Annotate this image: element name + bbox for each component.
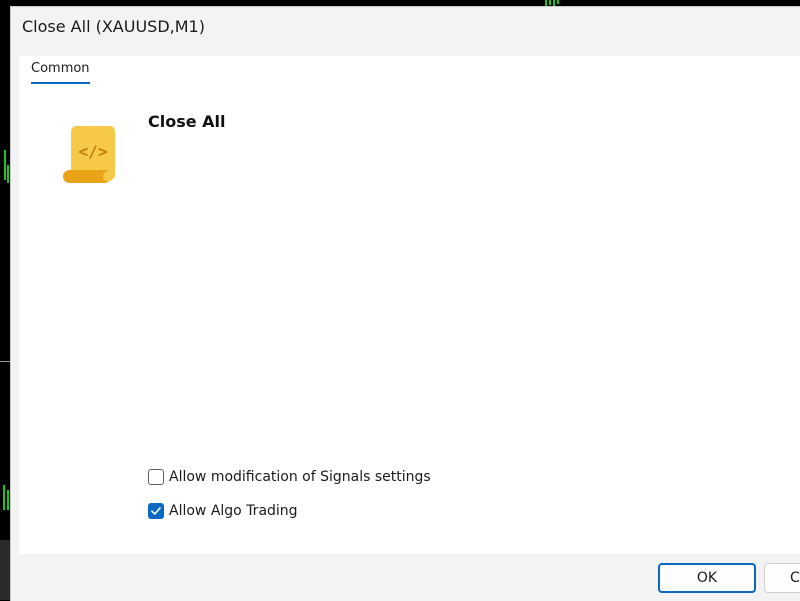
chart-candle bbox=[4, 150, 6, 180]
allow-algo-trading-label: Allow Algo Trading bbox=[169, 503, 298, 519]
option-allow-signals-modification[interactable]: Allow modification of Signals settings bbox=[148, 467, 431, 487]
option-allow-algo-trading[interactable]: Allow Algo Trading bbox=[148, 501, 298, 521]
program-name: Close All bbox=[148, 112, 226, 131]
ok-button[interactable]: OK bbox=[658, 563, 756, 593]
program-properties-dialog: Close All (XAUUSD,M1) Common </> Close A… bbox=[10, 6, 800, 601]
chart-candle bbox=[3, 485, 5, 510]
script-scroll-icon: </> bbox=[63, 126, 115, 183]
checkmark-icon bbox=[151, 507, 161, 515]
tab-common[interactable]: Common bbox=[31, 61, 90, 84]
allow-algo-trading-checkbox[interactable] bbox=[148, 503, 164, 519]
svg-text:</>: </> bbox=[79, 142, 108, 161]
chart-candle bbox=[7, 490, 9, 510]
cancel-button[interactable]: C bbox=[764, 563, 800, 593]
chart-candle bbox=[7, 165, 9, 183]
dialog-titlebar[interactable]: Close All (XAUUSD,M1) bbox=[11, 7, 800, 49]
allow-signals-checkbox[interactable] bbox=[148, 469, 164, 485]
allow-signals-label: Allow modification of Signals settings bbox=[169, 469, 431, 485]
dialog-title: Close All (XAUUSD,M1) bbox=[22, 17, 205, 36]
content-panel: Common </> Close All Allow modification … bbox=[19, 56, 800, 554]
